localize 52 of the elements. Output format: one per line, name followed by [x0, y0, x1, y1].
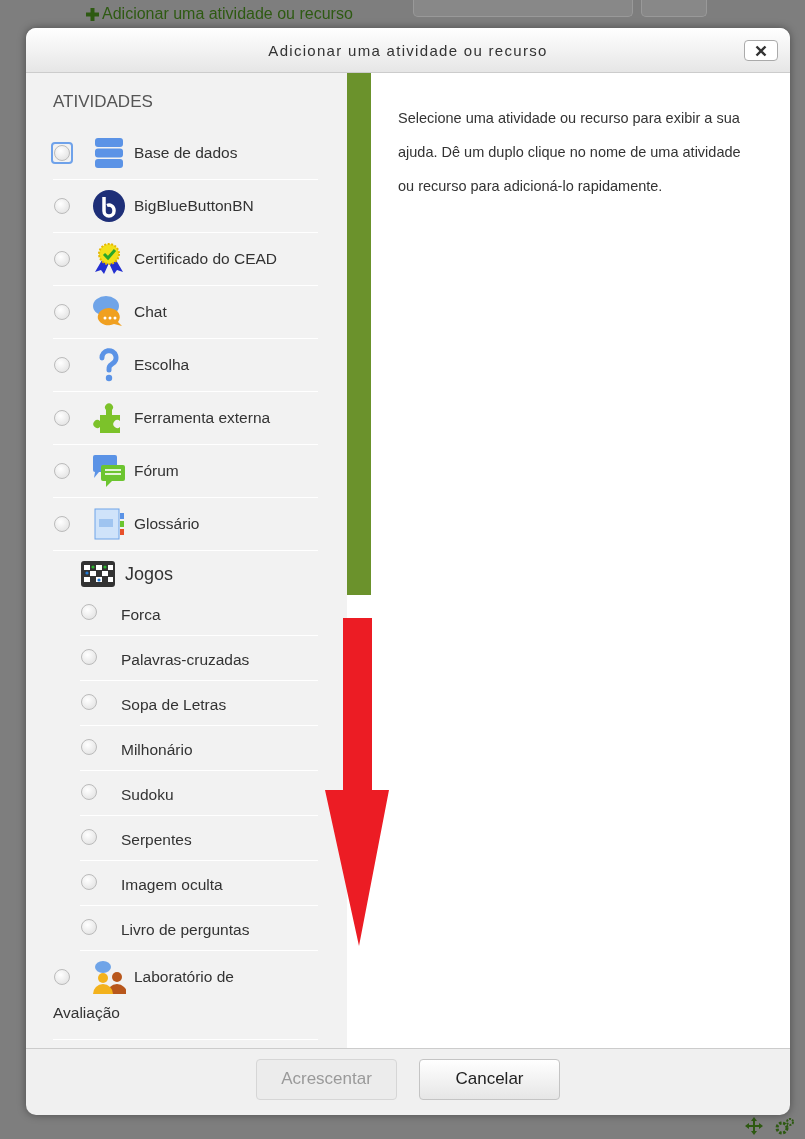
cancel-button[interactable]: Cancelar	[419, 1058, 560, 1100]
activity-label[interactable]: BigBlueButtonBN	[53, 188, 298, 224]
radio-button[interactable]	[81, 874, 97, 890]
radio-button[interactable]	[81, 919, 97, 935]
move-icon[interactable]	[745, 1117, 763, 1135]
activity-label[interactable]: Sopa de Letras	[121, 696, 227, 714]
activity-label[interactable]: Chat	[53, 294, 298, 330]
radio-button[interactable]	[81, 739, 97, 755]
award-icon	[92, 242, 126, 276]
radio-button[interactable]	[81, 604, 97, 620]
gears-icon[interactable]	[775, 1117, 795, 1135]
people-icon	[92, 960, 126, 994]
radio-button[interactable]	[81, 694, 97, 710]
activity-label[interactable]: Palavras-cruzadas	[121, 651, 250, 669]
radio-button[interactable]	[81, 829, 97, 845]
glossary-book-icon	[92, 507, 126, 541]
radio-button[interactable]	[54, 251, 70, 267]
activity-label[interactable]: Base de dados	[53, 135, 298, 171]
activity-label[interactable]: Ferramenta externa	[53, 400, 298, 436]
close-icon	[755, 44, 767, 57]
radio-button[interactable]	[81, 649, 97, 665]
radio-button[interactable]	[81, 784, 97, 800]
radio-button[interactable]	[54, 410, 70, 426]
activity-label[interactable]: Certificado do CEAD	[53, 241, 298, 277]
page-button[interactable]	[640, 0, 707, 17]
activity-label[interactable]: Imagem oculta	[121, 876, 223, 894]
group-label: Jogos	[125, 563, 174, 585]
activity-label[interactable]: Escolha	[53, 347, 298, 383]
activity-label[interactable]: Milhonário	[121, 741, 193, 759]
activity-label[interactable]: Serpentes	[121, 831, 192, 849]
radio-button[interactable]	[54, 198, 70, 214]
activity-label[interactable]: Laboratório de Avaliação	[53, 959, 298, 1031]
plus-icon	[86, 7, 99, 21]
activity-label[interactable]: Sudoku	[121, 786, 174, 804]
activity-label[interactable]: Glossário	[53, 506, 298, 542]
forum-bubbles-icon	[92, 454, 126, 488]
radio-button[interactable]	[54, 463, 70, 479]
activity-label[interactable]: Livro de perguntas	[121, 921, 250, 939]
circle-logo-icon	[92, 189, 126, 223]
close-button[interactable]	[744, 40, 778, 61]
radio-button[interactable]	[54, 969, 70, 985]
help-text: Selecione uma atividade ou recurso para exibir a sua ajuda. Dê um duplo clique no nome de uma atividade ou recurso para adicioná-lo rapidamente.	[398, 109, 742, 196]
section-heading: ATIVIDADES	[53, 91, 153, 113]
database-icon	[92, 136, 126, 170]
radio-button[interactable]	[54, 357, 70, 373]
activity-label[interactable]: Fórum	[53, 453, 298, 489]
checkered-board-icon	[81, 561, 115, 587]
dialog-title: Adicionar uma atividade ou recurso	[268, 41, 548, 59]
activity-label[interactable]: Forca	[121, 606, 161, 624]
radio-button[interactable]	[54, 304, 70, 320]
page-field[interactable]	[412, 0, 633, 17]
radio-button[interactable]	[54, 516, 70, 532]
